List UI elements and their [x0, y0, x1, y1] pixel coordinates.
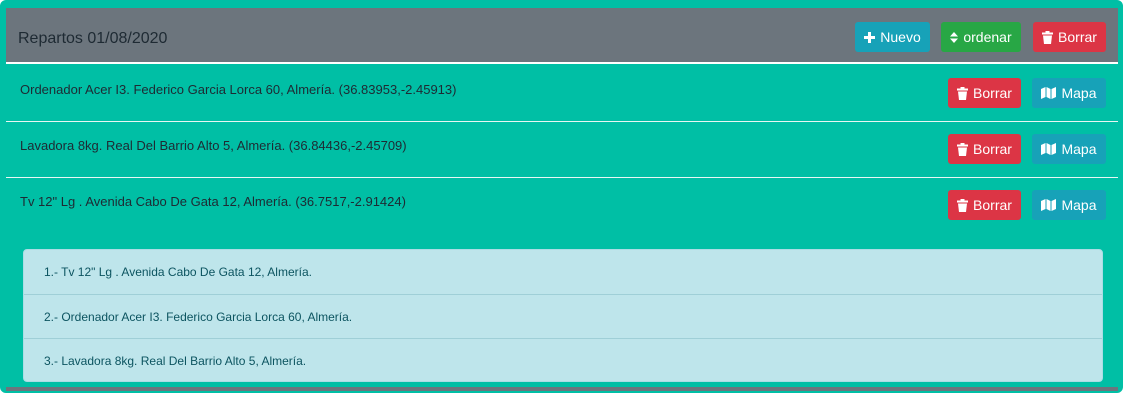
trash-icon [957, 198, 969, 212]
deliveries-card: Repartos 01/08/2020 Nuevo ordenar Borrar… [0, 0, 1123, 393]
card-header: Repartos 01/08/2020 Nuevo ordenar Borrar [6, 8, 1118, 64]
delivery-text: Ordenador Acer I3. Federico Garcia Lorca… [20, 82, 457, 97]
sort-button-label: ordenar [963, 29, 1012, 45]
card-footer [6, 387, 1118, 391]
page-title: Repartos 01/08/2020 [18, 30, 168, 47]
new-button[interactable]: Nuevo [855, 22, 930, 52]
new-button-label: Nuevo [880, 29, 921, 45]
delete-button[interactable]: Borrar [948, 190, 1021, 220]
ordered-route-list: 1.- Tv 12" Lg . Avenida Cabo De Gata 12,… [23, 249, 1103, 382]
list-item: 2.- Ordenador Acer I3. Federico Garcia L… [24, 294, 1102, 338]
plus-icon [864, 31, 876, 43]
delivery-row: Tv 12" Lg . Avenida Cabo De Gata 12, Alm… [6, 178, 1118, 234]
map-button[interactable]: Mapa [1032, 190, 1106, 220]
delete-button-label: Borrar [973, 197, 1012, 213]
trash-icon [957, 142, 969, 156]
map-icon [1041, 143, 1057, 155]
delete-button-label: Borrar [973, 141, 1012, 157]
delivery-row: Lavadora 8kg. Real Del Barrio Alto 5, Al… [6, 122, 1118, 178]
map-button-label: Mapa [1061, 197, 1097, 213]
map-icon [1041, 87, 1057, 99]
delete-button-label: Borrar [973, 85, 1012, 101]
trash-icon [957, 86, 969, 100]
delete-button[interactable]: Borrar [948, 134, 1021, 164]
trash-icon [1042, 30, 1054, 44]
map-button[interactable]: Mapa [1032, 134, 1106, 164]
map-icon [1041, 199, 1057, 211]
map-button-label: Mapa [1061, 85, 1097, 101]
map-button-label: Mapa [1061, 141, 1097, 157]
sort-button[interactable]: ordenar [941, 22, 1021, 52]
delete-button[interactable]: Borrar [948, 78, 1021, 108]
delete-all-button-label: Borrar [1058, 29, 1097, 45]
delete-all-button[interactable]: Borrar [1033, 22, 1106, 52]
list-item: 1.- Tv 12" Lg . Avenida Cabo De Gata 12,… [44, 265, 312, 279]
sort-icon [950, 31, 959, 43]
list-item: 3.- Lavadora 8kg. Real Del Barrio Alto 5… [24, 338, 1102, 381]
delivery-row: Ordenador Acer I3. Federico Garcia Lorca… [6, 66, 1118, 122]
delivery-text: Tv 12" Lg . Avenida Cabo De Gata 12, Alm… [20, 194, 406, 209]
map-button[interactable]: Mapa [1032, 78, 1106, 108]
delivery-text: Lavadora 8kg. Real Del Barrio Alto 5, Al… [20, 138, 407, 153]
